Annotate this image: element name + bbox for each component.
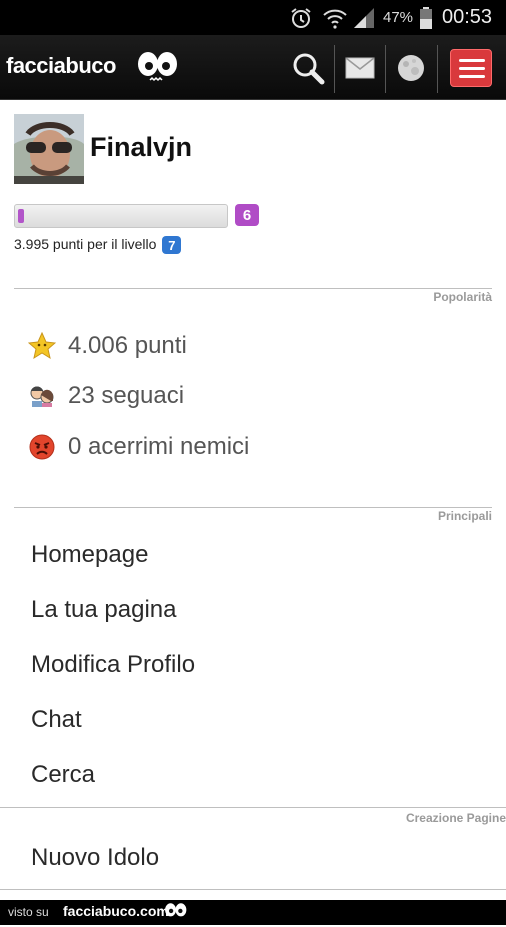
section-label-page-creation: Creazione Pagine (405, 811, 506, 825)
section-divider (0, 889, 506, 890)
brand-logo[interactable]: facciabuco (6, 53, 116, 79)
alarm-icon (289, 0, 313, 35)
points-to-next-level: 3.995 punti per il livello 7 (14, 236, 182, 255)
menu-item-new-idol[interactable]: Nuovo Idolo (31, 844, 159, 872)
section-divider (0, 807, 506, 808)
current-level-badge: 6 (235, 204, 259, 226)
angry-face-icon (28, 433, 56, 461)
menu-item-chat[interactable]: Chat (31, 706, 82, 734)
nav-divider (437, 45, 438, 93)
stat-text: 4.006 punti (68, 332, 187, 359)
battery-percent: 47% (383, 9, 414, 26)
watermark-footer: visto su facciabuco.com (0, 900, 506, 925)
username[interactable]: Finalvjn (90, 132, 192, 163)
stat-followers[interactable]: 23 seguaci (28, 378, 184, 414)
signal-icon (352, 0, 376, 35)
search-icon[interactable] (286, 35, 330, 100)
hamburger-menu-icon[interactable] (450, 49, 492, 87)
wifi-icon (322, 0, 348, 35)
section-divider (14, 507, 492, 508)
menu-item-homepage[interactable]: Homepage (31, 541, 148, 569)
footer-site: facciabuco.com (63, 903, 169, 919)
status-bar: 47% 00:53 (0, 0, 506, 35)
mail-icon[interactable] (338, 35, 382, 100)
clock: 00:53 (442, 6, 493, 28)
points-to-next-text: 3.995 punti per il livello (14, 236, 157, 252)
section-label-popularity: Popolarità (433, 290, 492, 304)
moon-icon[interactable] (389, 35, 433, 100)
menu-item-edit-profile[interactable]: Modifica Profilo (31, 651, 195, 679)
followers-icon (28, 382, 56, 410)
battery-icon (420, 0, 432, 35)
level-progress-fill (18, 209, 24, 223)
footer-prefix: visto su (8, 905, 49, 919)
menu-item-your-page[interactable]: La tua pagina (31, 596, 176, 624)
menu-item-search[interactable]: Cerca (31, 761, 95, 789)
brand-eyes-icon (164, 902, 188, 927)
stat-enemies[interactable]: 0 acerrimi nemici (28, 429, 249, 465)
level-progress-bar (14, 204, 228, 228)
app-bar: facciabuco (0, 35, 506, 100)
stat-text: 0 acerrimi nemici (68, 433, 250, 460)
stat-points: 4.006 punti (28, 328, 187, 364)
section-divider (14, 288, 492, 289)
star-icon (28, 332, 56, 360)
stat-text: 23 seguaci (68, 382, 185, 409)
avatar[interactable] (14, 114, 84, 184)
section-label-main: Principali (437, 509, 492, 523)
brand-eyes-icon (136, 50, 180, 86)
nav-divider (334, 45, 335, 93)
nav-divider (385, 45, 386, 93)
next-level-badge: 7 (162, 236, 182, 255)
